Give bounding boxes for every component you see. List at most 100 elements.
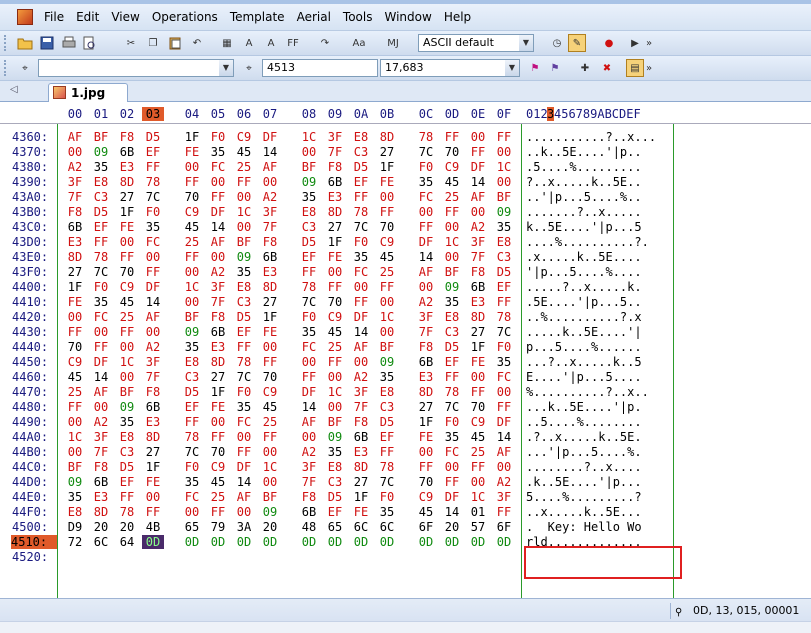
hex-byte[interactable]: 78 <box>441 385 463 399</box>
tab-scroll-left-icon[interactable]: ◁ <box>10 84 18 95</box>
paste-icon[interactable] <box>166 34 184 52</box>
hex-byte[interactable]: 1F <box>376 160 398 174</box>
hex-byte[interactable]: 7C <box>350 220 372 234</box>
hex-byte[interactable]: BF <box>233 235 255 249</box>
hex-byte[interactable]: FF <box>181 175 203 189</box>
hex-byte[interactable]: 45 <box>181 220 203 234</box>
hex-byte[interactable]: 09 <box>376 355 398 369</box>
hex-byte[interactable]: AF <box>298 415 320 429</box>
hex-byte[interactable]: 8D <box>90 505 112 519</box>
hex-byte[interactable]: DF <box>441 490 463 504</box>
toolbar-overflow-icon[interactable]: » <box>644 34 654 52</box>
hex-byte[interactable]: F8 <box>298 490 320 504</box>
hex-byte[interactable]: 35 <box>207 145 229 159</box>
hex-byte[interactable]: 3F <box>90 430 112 444</box>
hex-byte[interactable]: FF <box>116 325 138 339</box>
hex-byte[interactable]: A2 <box>259 190 281 204</box>
hex-byte[interactable]: 78 <box>90 250 112 264</box>
hex-byte[interactable]: D9 <box>64 520 86 534</box>
hex-byte[interactable]: F8 <box>415 340 437 354</box>
print-icon[interactable] <box>60 34 78 52</box>
add-bookmark-icon[interactable]: ✚ <box>576 59 594 77</box>
row-address[interactable]: 4380: <box>12 160 58 174</box>
row-address[interactable]: 4410: <box>12 295 58 309</box>
hex-byte[interactable]: EF <box>493 280 515 294</box>
hex-byte[interactable]: 70 <box>441 145 463 159</box>
hex-byte[interactable]: D5 <box>90 205 112 219</box>
menu-help[interactable]: Help <box>438 4 477 31</box>
save-icon[interactable] <box>38 34 56 52</box>
hex-byte[interactable]: DF <box>233 460 255 474</box>
hex-byte[interactable]: 7C <box>493 325 515 339</box>
macro-icon[interactable]: MJ <box>384 34 402 52</box>
hex-byte[interactable]: D5 <box>233 310 255 324</box>
row-address[interactable]: 43F0: <box>12 265 58 279</box>
hex-byte[interactable]: E3 <box>324 190 346 204</box>
hex-byte[interactable]: 35 <box>142 220 164 234</box>
hex-byte[interactable]: 45 <box>441 175 463 189</box>
hex-byte[interactable]: FF <box>181 415 203 429</box>
hex-byte[interactable]: FF <box>142 265 164 279</box>
hex-byte[interactable]: FE <box>324 250 346 264</box>
hex-byte[interactable]: FF <box>90 340 112 354</box>
hex-byte[interactable]: D5 <box>298 235 320 249</box>
ascii-row[interactable]: .x.....k..5E.... <box>526 250 676 264</box>
hex-byte[interactable]: FC <box>350 265 372 279</box>
hex-byte[interactable]: C9 <box>207 460 229 474</box>
ascii-row[interactable]: '|p...5....%.... <box>526 265 676 279</box>
hex-byte[interactable]: 00 <box>493 175 515 189</box>
hex-byte[interactable]: 4B <box>142 520 164 534</box>
hex-byte[interactable]: DF <box>207 205 229 219</box>
hex-byte[interactable]: 35 <box>493 355 515 369</box>
hex-byte[interactable]: FE <box>142 475 164 489</box>
hex-byte[interactable]: 09 <box>493 205 515 219</box>
hex-byte[interactable]: FF <box>233 445 255 459</box>
hex-byte[interactable]: FF <box>441 475 463 489</box>
ascii-row[interactable]: ..k..5E....'|p.. <box>526 145 676 159</box>
hex-byte[interactable]: 8D <box>64 250 86 264</box>
hex-byte[interactable]: 00 <box>142 325 164 339</box>
hex-byte[interactable]: 25 <box>376 265 398 279</box>
calculator-icon[interactable]: ▦ <box>218 34 236 52</box>
hex-byte[interactable]: 00 <box>298 355 320 369</box>
hex-byte[interactable]: 3A <box>233 520 255 534</box>
hex-byte[interactable]: 8D <box>467 310 489 324</box>
hex-byte[interactable]: 35 <box>90 295 112 309</box>
hex-byte[interactable]: 00 <box>441 220 463 234</box>
hex-byte[interactable]: C3 <box>493 250 515 264</box>
hex-byte[interactable]: 7F <box>142 370 164 384</box>
hex-byte[interactable]: FF <box>207 430 229 444</box>
ascii-row[interactable]: ..x.....k..5E... <box>526 505 676 519</box>
ascii-row[interactable]: . Key: Hello Wo <box>526 520 676 534</box>
hex-byte[interactable]: A2 <box>415 295 437 309</box>
address-combo[interactable]: ▼ <box>38 59 234 77</box>
hex-byte[interactable]: 1F <box>116 205 138 219</box>
hex-byte[interactable]: 00 <box>259 445 281 459</box>
hex-byte[interactable]: 1F <box>207 385 229 399</box>
menu-view[interactable]: View <box>105 4 145 31</box>
hex-byte[interactable]: 1C <box>467 490 489 504</box>
hex-byte[interactable]: C3 <box>298 220 320 234</box>
font-grow-icon[interactable]: A <box>262 34 280 52</box>
hex-byte[interactable]: C9 <box>233 130 255 144</box>
hex-byte[interactable]: 25 <box>467 445 489 459</box>
hex-byte[interactable]: 3F <box>142 355 164 369</box>
hex-byte[interactable]: 78 <box>142 175 164 189</box>
hex-byte[interactable]: C3 <box>181 370 203 384</box>
hex-byte[interactable]: 00 <box>259 475 281 489</box>
hex-byte[interactable]: F0 <box>441 415 463 429</box>
size-combo[interactable]: 17,683 ▼ <box>380 59 520 77</box>
hex-byte[interactable]: 70 <box>415 475 437 489</box>
hex-byte[interactable]: BF <box>181 310 203 324</box>
hex-byte[interactable]: 27 <box>207 370 229 384</box>
hex-byte[interactable]: 70 <box>324 295 346 309</box>
hex-byte[interactable]: A2 <box>298 445 320 459</box>
hex-byte[interactable]: C3 <box>233 295 255 309</box>
hex-byte[interactable]: 00 <box>298 145 320 159</box>
row-address[interactable]: 44A0: <box>12 430 58 444</box>
hex-byte[interactable]: C9 <box>467 415 489 429</box>
toolbar-grip[interactable] <box>4 60 9 76</box>
row-address[interactable]: 4510: <box>11 535 58 549</box>
hex-byte[interactable]: 70 <box>116 265 138 279</box>
hex-byte[interactable]: 14 <box>233 475 255 489</box>
